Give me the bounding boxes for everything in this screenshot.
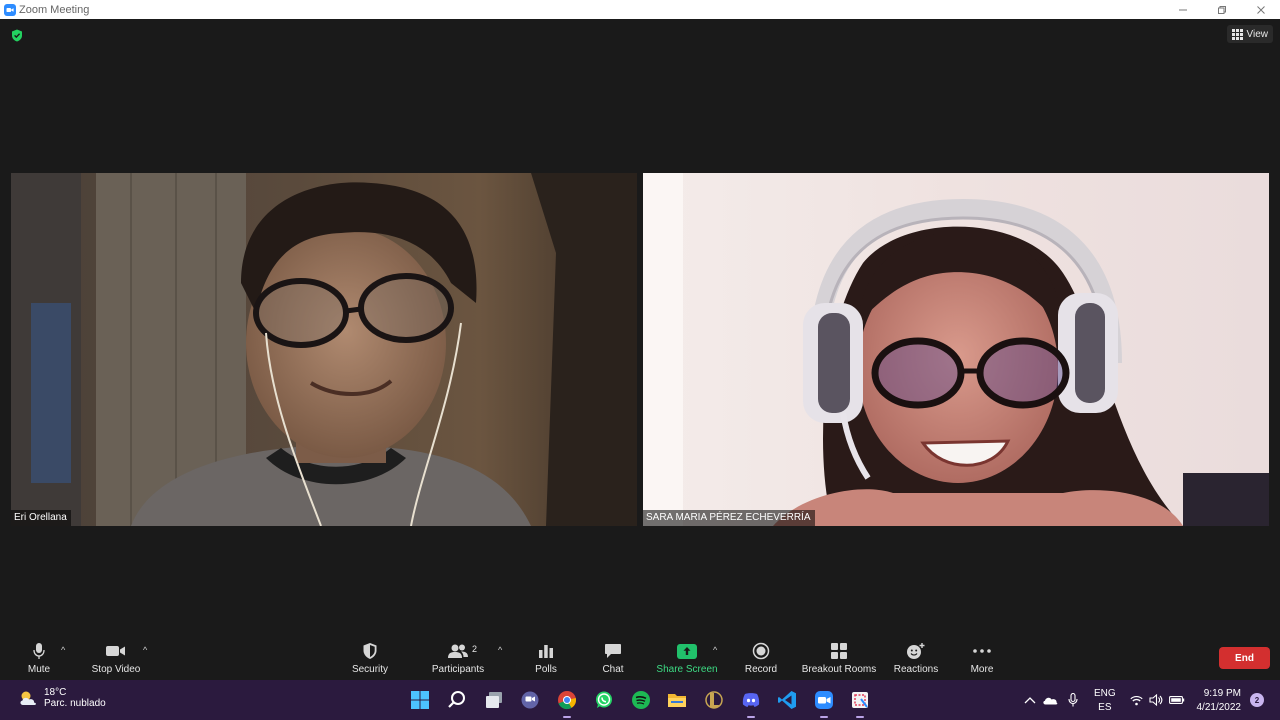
title-bar: Zoom Meeting [0, 0, 1280, 19]
polls-button[interactable]: Polls [531, 640, 561, 680]
snipping-tool-icon[interactable] [848, 688, 872, 718]
participant-name-sara: SARA MARIA PÉREZ ECHEVERRÍA [643, 510, 815, 526]
mute-label: Mute [27, 664, 51, 675]
close-button[interactable] [1241, 0, 1280, 19]
show-hidden-icons-chevron-icon[interactable] [1024, 680, 1036, 720]
participants-button[interactable]: Participants [428, 640, 488, 680]
record-icon [752, 640, 770, 662]
grid-icon [1231, 28, 1243, 40]
clock-time: 9:19 PM [1203, 688, 1241, 699]
security-label: Security [351, 664, 389, 675]
chat-button[interactable]: Chat [598, 640, 628, 680]
participants-options-chevron-icon[interactable]: ^ [498, 645, 502, 655]
zoom-app-icon [4, 3, 16, 16]
record-button[interactable]: Record [742, 640, 780, 680]
shield-icon [362, 640, 378, 662]
video-feed-eri [11, 173, 637, 526]
spotify-icon[interactable] [629, 688, 653, 712]
share-screen-label: Share Screen [656, 664, 718, 675]
microphone-icon [32, 640, 46, 662]
video-feed-sara [643, 173, 1269, 526]
mute-button[interactable]: Mute [22, 640, 56, 680]
audio-options-chevron-icon[interactable]: ^ [61, 645, 65, 655]
zoom-icon[interactable] [812, 688, 836, 718]
battery-charging-icon[interactable] [1169, 680, 1185, 720]
partly-cloudy-icon [20, 691, 36, 705]
security-button[interactable]: Security [348, 640, 392, 680]
view-button[interactable]: View [1226, 25, 1273, 43]
polls-label: Polls [535, 664, 557, 675]
windows-taskbar: 18°C Parc. nublado ENG ES 9:19 PM 4/21/2… [0, 680, 1280, 720]
file-explorer-icon[interactable] [665, 688, 689, 712]
end-meeting-button[interactable]: End [1219, 647, 1270, 669]
breakout-rooms-label: Breakout Rooms [801, 664, 877, 675]
meeting-area: View Eri Orellana SARA MARIA PÉREZ ECHEV… [0, 19, 1280, 640]
teams-chat-icon[interactable] [518, 688, 542, 712]
chat-bubble-icon [604, 640, 622, 662]
minimize-button[interactable] [1163, 0, 1202, 19]
share-options-chevron-icon[interactable]: ^ [713, 645, 717, 655]
share-screen-icon [677, 643, 697, 659]
smiley-plus-icon [906, 640, 926, 662]
microphone-tray-icon[interactable] [1068, 680, 1078, 720]
weather-condition: Parc. nublado [44, 698, 106, 709]
wifi-icon[interactable] [1130, 680, 1143, 720]
record-label: Record [744, 664, 778, 675]
vscode-icon[interactable] [775, 688, 799, 712]
windows-start-icon[interactable] [408, 688, 432, 712]
breakout-rooms-icon [830, 640, 848, 662]
stop-video-button[interactable]: Stop Video [88, 640, 144, 680]
encryption-shield-icon[interactable] [11, 29, 23, 42]
discord-icon[interactable] [739, 688, 763, 718]
chrome-icon[interactable] [555, 688, 579, 718]
participants-count: 2 [472, 644, 478, 654]
language-primary: ENG [1094, 688, 1116, 699]
window-title: Zoom Meeting [19, 3, 90, 16]
weather-widget[interactable]: 18°C Parc. nublado [18, 687, 106, 709]
share-screen-button[interactable]: Share Screen [654, 640, 720, 680]
more-button[interactable]: More [966, 640, 998, 680]
bar-chart-icon [538, 640, 554, 662]
chat-label: Chat [602, 664, 624, 675]
taskbar-clock[interactable]: 9:19 PM 4/21/2022 [1193, 687, 1242, 715]
whatsapp-icon[interactable] [592, 688, 616, 712]
notification-center-badge[interactable]: 2 [1250, 693, 1264, 707]
reactions-button[interactable]: Reactions [892, 640, 940, 680]
video-tile-sara[interactable]: SARA MARIA PÉREZ ECHEVERRÍA [643, 173, 1269, 526]
video-tile-eri[interactable]: Eri Orellana [11, 173, 637, 526]
video-options-chevron-icon[interactable]: ^ [143, 645, 147, 655]
participant-name-eri: Eri Orellana [11, 510, 71, 526]
participants-icon [447, 640, 469, 662]
participants-label: Participants [431, 664, 485, 675]
breakout-rooms-button[interactable]: Breakout Rooms [800, 640, 878, 680]
language-secondary: ES [1098, 702, 1112, 713]
task-view-icon[interactable] [482, 688, 506, 712]
reactions-label: Reactions [893, 664, 939, 675]
meeting-toolbar: Mute ^ Stop Video ^ Security Participant… [0, 640, 1280, 680]
clock-date: 4/21/2022 [1196, 702, 1242, 713]
language-indicator[interactable]: ENG ES [1094, 687, 1116, 715]
search-icon[interactable] [445, 688, 469, 712]
league-of-legends-icon[interactable] [702, 688, 726, 712]
restore-button[interactable] [1202, 0, 1241, 19]
weather-temperature: 18°C [44, 687, 67, 698]
more-label: More [970, 664, 994, 675]
stop-video-label: Stop Video [91, 664, 141, 675]
view-label: View [1246, 28, 1269, 40]
volume-icon[interactable] [1149, 680, 1163, 720]
onedrive-cloud-icon[interactable] [1042, 680, 1058, 720]
video-camera-icon [105, 640, 127, 662]
ellipsis-icon [972, 640, 992, 662]
